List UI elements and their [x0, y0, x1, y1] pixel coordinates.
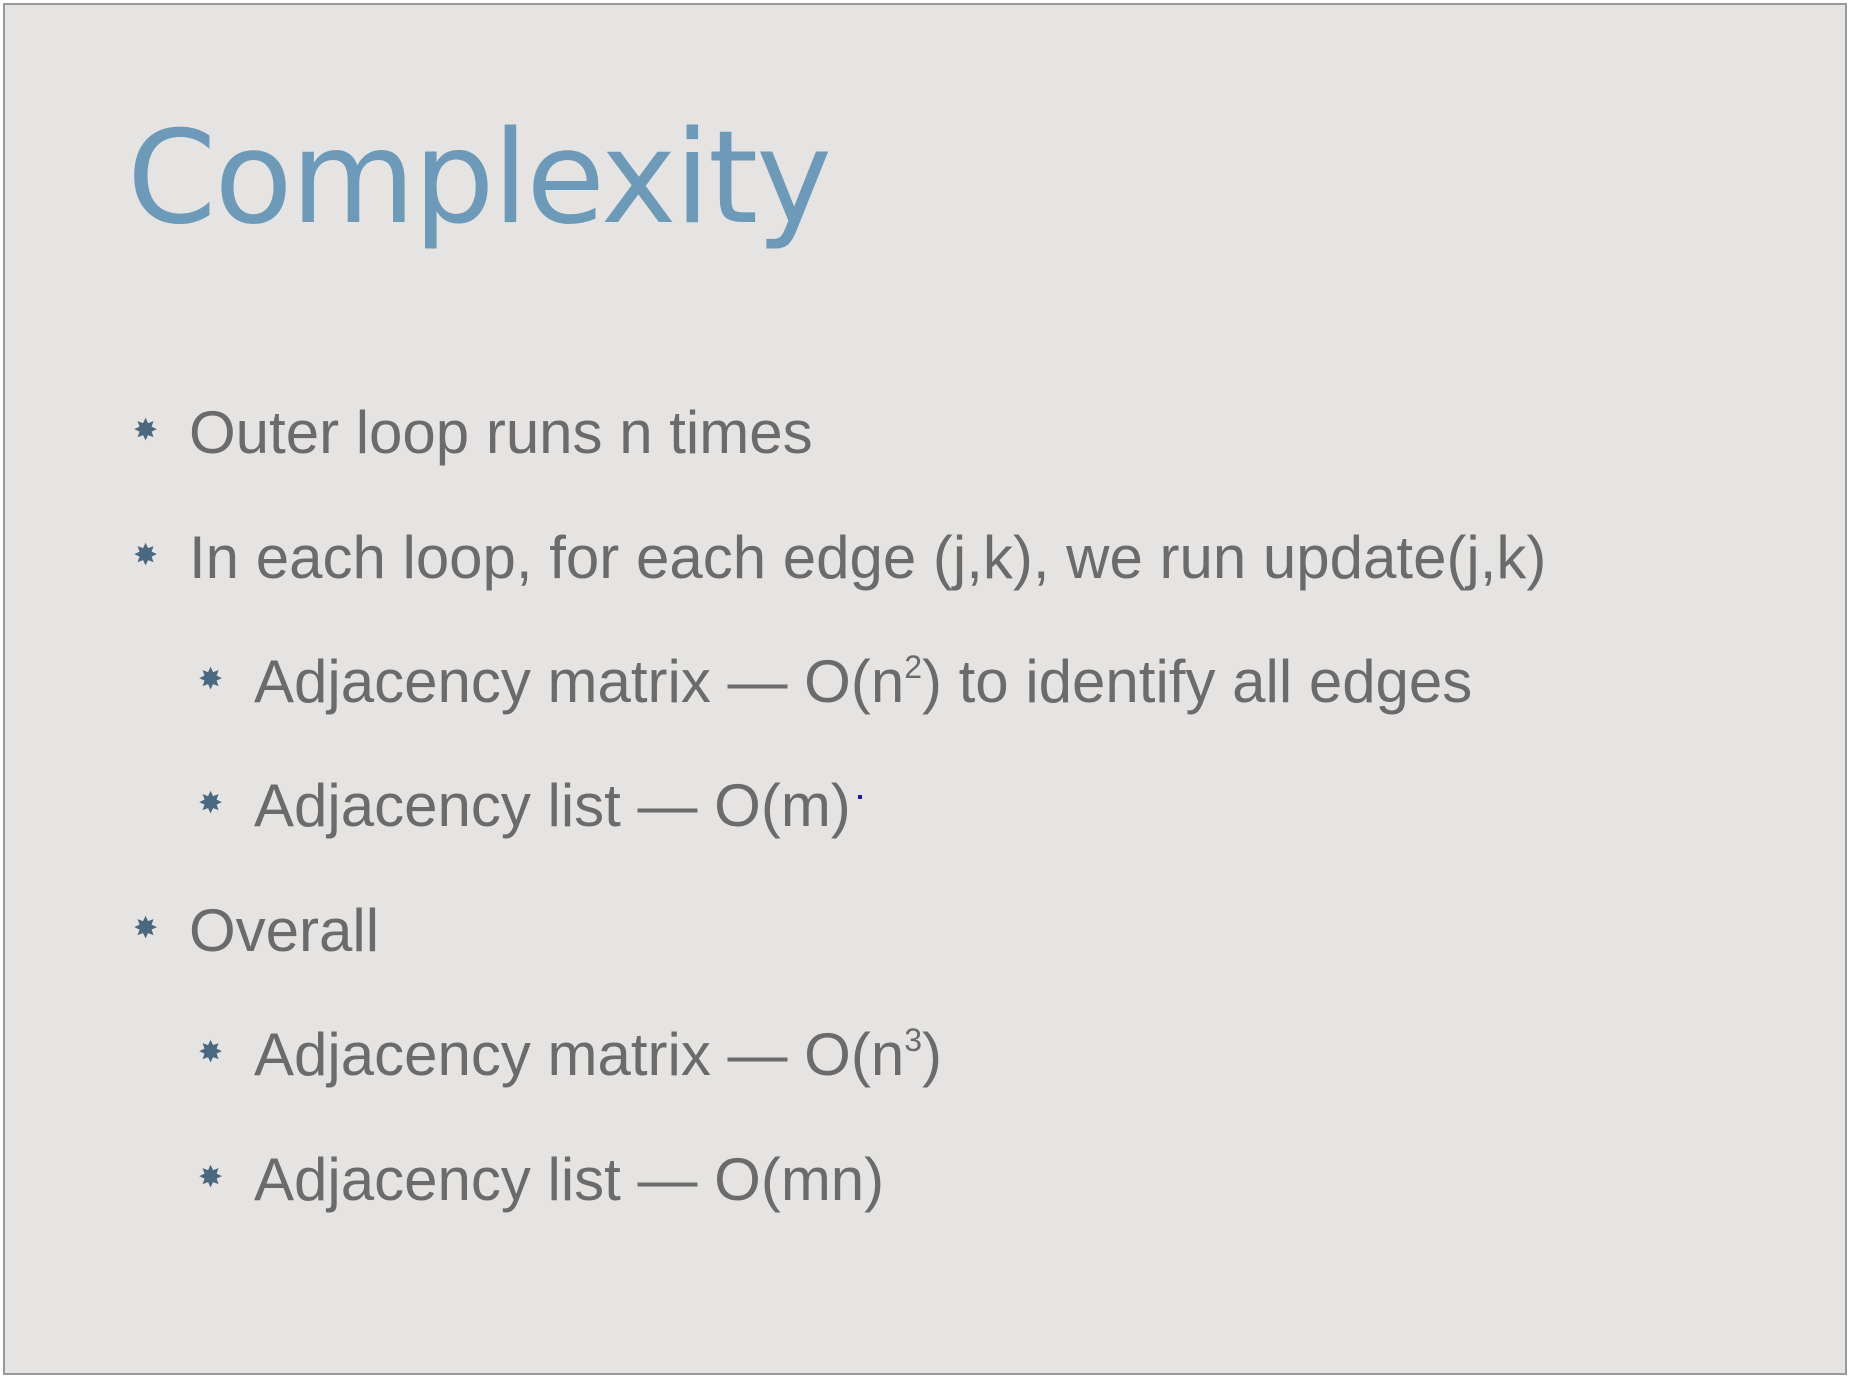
bullet-text: Outer loop runs n times: [189, 399, 813, 466]
bullet-text: Adjacency list — O(mn): [254, 1146, 885, 1213]
sub-bullet-item: ✸ Adjacency list — O(m): [198, 772, 851, 839]
bullet-marker-icon: ✸: [133, 538, 159, 573]
pointer-dot: [858, 795, 862, 799]
bullet-marker-icon: ✸: [198, 786, 224, 821]
bullet-text: In each loop, for each edge (j,k), we ru…: [189, 524, 1547, 591]
bullet-marker-icon: ✸: [133, 413, 159, 448]
slide: Complexity ✸ Outer loop runs n times ✸ I…: [3, 3, 1847, 1375]
slide-title: Complexity: [127, 104, 832, 253]
sub-bullet-item: ✸ Adjacency matrix — O(n3): [198, 1021, 942, 1088]
bullet-text: Adjacency matrix — O(n3): [254, 1021, 942, 1088]
sub-bullet-item: ✸ Adjacency matrix — O(n2) to identify a…: [198, 648, 1473, 715]
superscript: 2: [904, 649, 922, 685]
bullet-item: ✸ Overall: [133, 897, 380, 964]
bullet-marker-icon: ✸: [198, 662, 224, 697]
bullet-item: ✸ Outer loop runs n times: [133, 399, 813, 466]
bullet-text: Overall: [189, 897, 380, 964]
sub-bullet-item: ✸ Adjacency list — O(mn): [198, 1146, 885, 1213]
bullet-marker-icon: ✸: [198, 1035, 224, 1070]
bullet-marker-icon: ✸: [198, 1160, 224, 1195]
superscript: 3: [904, 1022, 922, 1058]
bullet-text: Adjacency list — O(m): [254, 772, 851, 839]
bullet-text: Adjacency matrix — O(n2) to identify all…: [254, 648, 1473, 715]
bullet-item: ✸ In each loop, for each edge (j,k), we …: [133, 524, 1547, 591]
bullet-marker-icon: ✸: [133, 911, 159, 946]
